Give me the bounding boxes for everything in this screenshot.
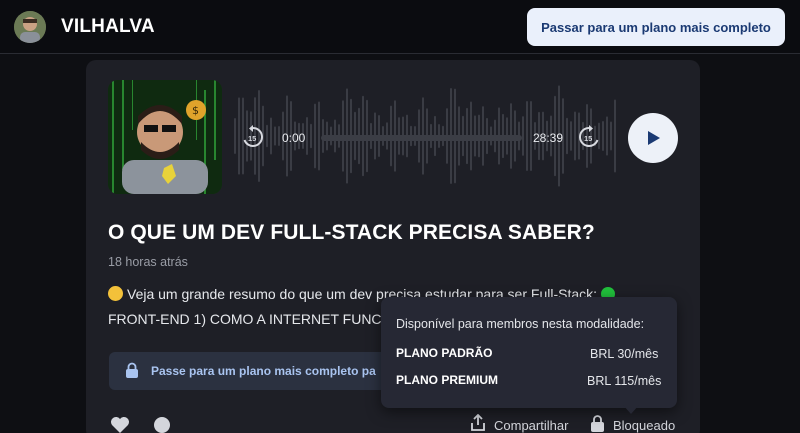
channel-name[interactable]: VILHALVA: [61, 16, 155, 38]
tooltip-arrow: [623, 405, 639, 414]
blocked-status[interactable]: Bloqueado: [613, 418, 675, 433]
plan-price: BRL 115/mês: [587, 374, 662, 388]
lock-icon: [591, 415, 604, 432]
share-button[interactable]: Compartilhar: [494, 418, 568, 433]
post-timestamp: 18 horas atrás: [108, 255, 188, 269]
skip-forward-15-icon[interactable]: 15: [576, 124, 602, 150]
current-time: 0:00: [282, 131, 306, 145]
plan-name: PLANO PADRÃO: [396, 346, 493, 360]
post-title: O QUE UM DEV FULL-STACK PRECISA SABER?: [108, 221, 595, 244]
locked-content-text[interactable]: Passe para um plano mais completo pa: [151, 364, 376, 378]
lock-icon: [126, 362, 138, 378]
plan-name: PLANO PREMIUM: [396, 373, 498, 387]
tooltip-heading: Disponível para membros nesta modalidade…: [396, 317, 645, 331]
nerd-face-emoji-icon: [108, 286, 123, 301]
share-icon[interactable]: [470, 414, 486, 432]
top-bar: VILHALVA Passar para um plano mais compl…: [0, 0, 800, 54]
skip-back-15-icon[interactable]: 15: [240, 124, 266, 150]
post-description-line-2: FRONT-END 1) COMO A INTERNET FUNC: [108, 311, 382, 327]
play-button[interactable]: [628, 113, 678, 163]
plan-price: BRL 30/mês: [590, 347, 659, 361]
svg-text:$: $: [192, 104, 199, 117]
duration: 28:39: [533, 131, 564, 145]
svg-text:15: 15: [584, 134, 592, 143]
heart-icon[interactable]: [110, 416, 130, 433]
upgrade-plan-button[interactable]: Passar para um plano mais completo: [527, 8, 785, 46]
episode-cover-image: $: [108, 80, 222, 194]
channel-avatar[interactable]: [14, 11, 46, 43]
play-icon: [648, 131, 660, 145]
svg-text:15: 15: [248, 134, 256, 143]
comment-icon[interactable]: [152, 416, 172, 433]
progress-bar[interactable]: [321, 135, 522, 141]
